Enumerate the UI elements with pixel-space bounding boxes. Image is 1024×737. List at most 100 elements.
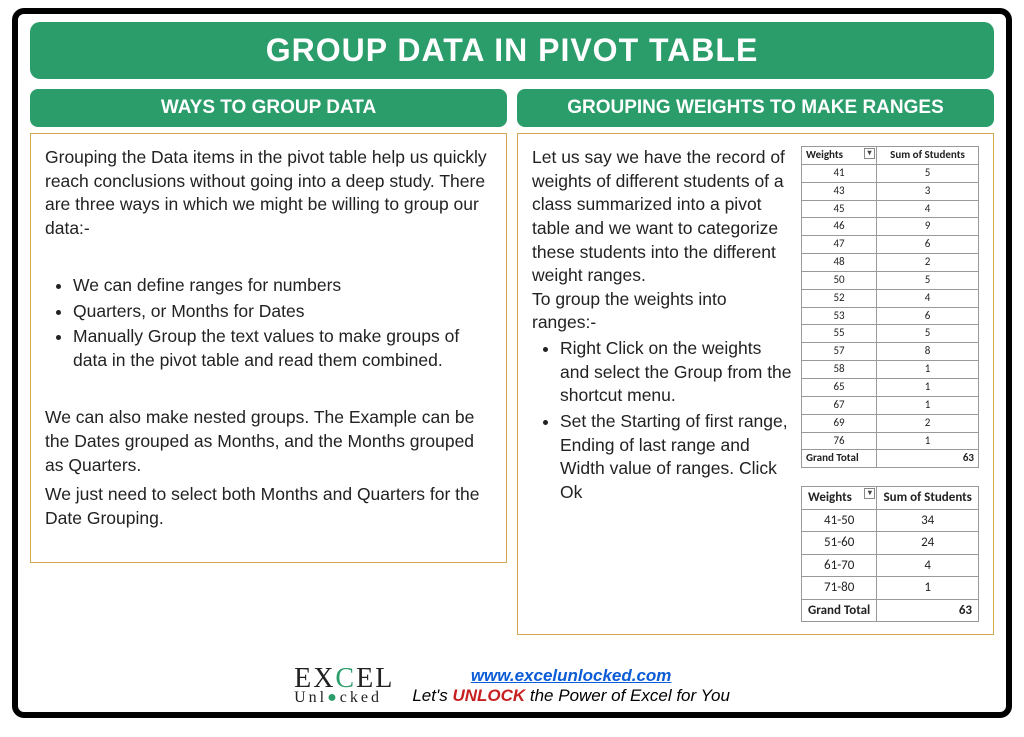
page-title-banner: GROUP DATA IN PIVOT TABLE <box>30 22 994 79</box>
table-cell: 58 <box>802 361 877 379</box>
page-frame: GROUP DATA IN PIVOT TABLE WAYS TO GROUP … <box>12 8 1012 718</box>
table-row: 41-5034 <box>802 509 979 532</box>
table-row: 692 <box>802 414 979 432</box>
table-cell: 65 <box>802 378 877 396</box>
table-row: 71-801 <box>802 577 979 600</box>
table-cell: 1 <box>877 361 979 379</box>
table-cell: 1 <box>877 432 979 450</box>
grand-total-label: Grand Total <box>802 450 877 468</box>
table-cell: 1 <box>877 577 979 600</box>
table-row: 51-6024 <box>802 532 979 555</box>
table-cell: 5 <box>877 164 979 182</box>
table-row: 433 <box>802 182 979 200</box>
right-intro: Let us say we have the record of weights… <box>532 147 785 285</box>
table-row: 651 <box>802 378 979 396</box>
table-row: 536 <box>802 307 979 325</box>
tagline-post: the Power of Excel for You <box>525 686 730 705</box>
left-bullets: We can define ranges for numbers Quarter… <box>45 274 492 373</box>
table-row: 761 <box>802 432 979 450</box>
table-cell: 61-70 <box>802 554 877 577</box>
right-steps: Right Click on the weights and select th… <box>532 337 793 504</box>
table-cell: 45 <box>802 200 877 218</box>
right-heading: GROUPING WEIGHTS TO MAKE RANGES <box>517 89 994 127</box>
list-item: Set the Starting of first range, Ending … <box>560 410 793 505</box>
table-cell: 2 <box>877 414 979 432</box>
table-cell: 52 <box>802 289 877 307</box>
table-cell: 71-80 <box>802 577 877 600</box>
dropdown-icon[interactable]: ▾ <box>864 488 875 499</box>
table-cell: 69 <box>802 414 877 432</box>
grand-total-value: 63 <box>877 450 979 468</box>
table-cell: 76 <box>802 432 877 450</box>
table-cell: 53 <box>802 307 877 325</box>
table-cell: 34 <box>877 509 979 532</box>
dropdown-icon[interactable]: ▾ <box>864 148 875 159</box>
pivot-table-grouped: Weights ▾ Sum of Students 41-503451-6024… <box>801 486 979 622</box>
list-item: Right Click on the weights and select th… <box>560 337 793 408</box>
grand-total-label: Grand Total <box>802 599 877 622</box>
logo-sub: Unl●cked <box>294 691 394 705</box>
table-row: 578 <box>802 343 979 361</box>
table-cell: 6 <box>877 307 979 325</box>
tagline-pre: Let's <box>412 686 452 705</box>
list-item: Quarters, or Months for Dates <box>73 300 492 324</box>
table-cell: 4 <box>877 554 979 577</box>
footer-link[interactable]: www.excelunlocked.com <box>471 666 672 685</box>
table-cell: 1 <box>877 396 979 414</box>
table-cell: 48 <box>802 254 877 272</box>
col-header-weights[interactable]: Weights ▾ <box>802 147 877 165</box>
table-row: 61-704 <box>802 554 979 577</box>
right-text: Let us say we have the record of weights… <box>532 146 793 622</box>
table-row: 482 <box>802 254 979 272</box>
left-para3: We just need to select both Months and Q… <box>45 483 492 530</box>
list-item: We can define ranges for numbers <box>73 274 492 298</box>
left-heading: WAYS TO GROUP DATA <box>30 89 507 127</box>
table-row: 476 <box>802 236 979 254</box>
table-row: 454 <box>802 200 979 218</box>
columns: WAYS TO GROUP DATA Grouping the Data ite… <box>30 89 994 635</box>
pt1-body: 4154334544694764825055245365555785816516… <box>802 164 979 450</box>
table-cell: 5 <box>877 325 979 343</box>
left-column: WAYS TO GROUP DATA Grouping the Data ite… <box>30 89 507 635</box>
logo-top: EXCEL <box>294 666 394 691</box>
table-row: 671 <box>802 396 979 414</box>
table-cell: 41 <box>802 164 877 182</box>
table-cell: 4 <box>877 289 979 307</box>
page-title: GROUP DATA IN PIVOT TABLE <box>266 32 759 68</box>
table-cell: 24 <box>877 532 979 555</box>
left-intro: Grouping the Data items in the pivot tab… <box>45 146 492 241</box>
footer-text: www.excelunlocked.com Let's UNLOCK the P… <box>412 666 730 706</box>
table-cell: 5 <box>877 271 979 289</box>
pt2-body: 41-503451-602461-70471-801 <box>802 509 979 599</box>
right-lead: To group the weights into ranges:- <box>532 289 727 333</box>
right-box: Let us say we have the record of weights… <box>517 133 994 635</box>
table-cell: 8 <box>877 343 979 361</box>
table-cell: 4 <box>877 200 979 218</box>
table-cell: 55 <box>802 325 877 343</box>
col-header-sum: Sum of Students <box>877 147 979 165</box>
left-box: Grouping the Data items in the pivot tab… <box>30 133 507 563</box>
table-row: 581 <box>802 361 979 379</box>
tagline-unlock: UNLOCK <box>452 686 525 705</box>
table-row: 469 <box>802 218 979 236</box>
table-cell: 6 <box>877 236 979 254</box>
col-header-sum: Sum of Students <box>877 487 979 510</box>
table-cell: 9 <box>877 218 979 236</box>
grand-total-value: 63 <box>877 599 979 622</box>
logo: EXCEL Unl●cked <box>294 666 394 706</box>
table-row: 505 <box>802 271 979 289</box>
table-row: 524 <box>802 289 979 307</box>
right-tables: Weights ▾ Sum of Students 41543345446947… <box>801 146 979 622</box>
list-item: Manually Group the text values to make g… <box>73 325 492 372</box>
table-cell: 46 <box>802 218 877 236</box>
table-cell: 47 <box>802 236 877 254</box>
table-cell: 2 <box>877 254 979 272</box>
right-body: Let us say we have the record of weights… <box>532 146 979 622</box>
col-header-weights[interactable]: Weights ▾ <box>802 487 877 510</box>
table-cell: 50 <box>802 271 877 289</box>
footer: EXCEL Unl●cked www.excelunlocked.com Let… <box>18 666 1006 706</box>
table-row: 555 <box>802 325 979 343</box>
right-column: GROUPING WEIGHTS TO MAKE RANGES Let us s… <box>517 89 994 635</box>
table-cell: 41-50 <box>802 509 877 532</box>
table-cell: 3 <box>877 182 979 200</box>
